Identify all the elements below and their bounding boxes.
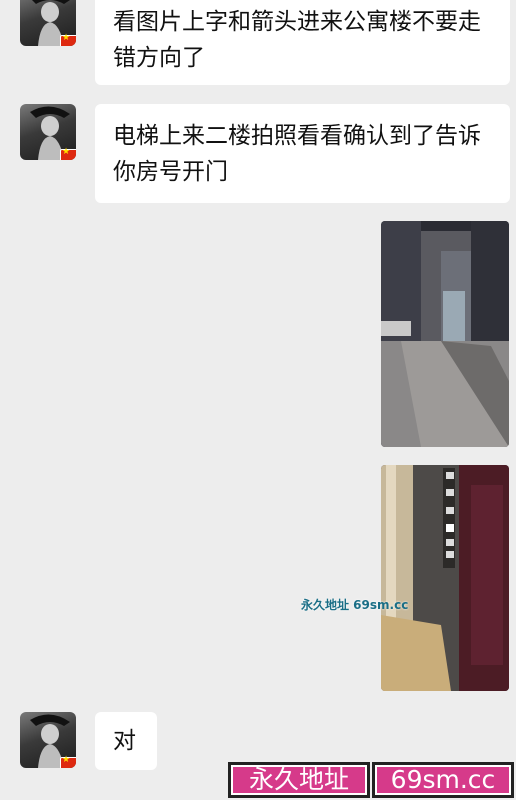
message-text: 电梯上来二楼拍照看看确认到了告诉你房号开门 bbox=[113, 123, 481, 185]
banner-left-button[interactable]: 永久地址 bbox=[228, 762, 370, 798]
elevator-photo-icon bbox=[381, 465, 509, 691]
contact-avatar[interactable] bbox=[20, 0, 76, 46]
message-text: 看图片上字和箭头进来公寓楼不要走错方向了 bbox=[113, 9, 481, 71]
contact-avatar[interactable] bbox=[20, 104, 76, 160]
message-text: 对 bbox=[113, 728, 136, 754]
chat-area: 看图片上字和箭头进来公寓楼不要走错方向了 电梯上来二楼拍照看看确认到了告诉你房号… bbox=[0, 0, 516, 800]
china-flag-icon bbox=[60, 755, 76, 768]
message-bubble[interactable]: 电梯上来二楼拍照看看确认到了告诉你房号开门 bbox=[95, 104, 510, 203]
street-photo-icon bbox=[381, 221, 509, 447]
banner-right-button[interactable]: 69sm.cc bbox=[372, 762, 514, 798]
image-message-street[interactable] bbox=[381, 221, 509, 447]
image-message-elevator[interactable] bbox=[381, 465, 509, 691]
contact-avatar[interactable] bbox=[20, 712, 76, 768]
watermark-text: 永久地址 69sm.cc bbox=[301, 598, 409, 612]
china-flag-icon bbox=[60, 147, 76, 160]
china-flag-icon bbox=[60, 33, 76, 46]
message-bubble[interactable]: 对 bbox=[95, 712, 157, 770]
message-bubble[interactable]: 看图片上字和箭头进来公寓楼不要走错方向了 bbox=[95, 0, 510, 85]
